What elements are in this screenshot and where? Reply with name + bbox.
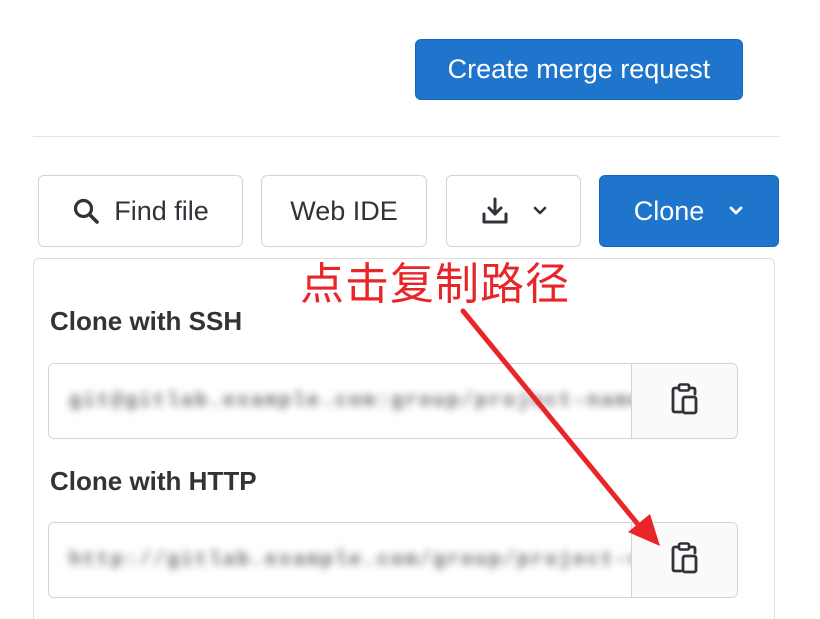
http-url-input[interactable]: http://gitlab.example.com/group/project-… xyxy=(49,523,631,597)
create-merge-request-button[interactable]: Create merge request xyxy=(415,39,743,100)
web-ide-button[interactable]: Web IDE xyxy=(261,175,427,247)
annotation-label: 点击复制路径 xyxy=(300,259,570,310)
find-file-label: Find file xyxy=(114,195,209,226)
clone-ssh-title: Clone with SSH xyxy=(50,306,243,336)
copy-http-url-button[interactable] xyxy=(631,523,737,597)
find-file-button[interactable]: Find file xyxy=(38,175,243,247)
download-icon xyxy=(480,196,510,226)
ssh-url-field-group: git@gitlab.example.com:group/project-nam… xyxy=(48,363,738,439)
clone-dropdown-button[interactable]: Clone xyxy=(599,175,779,247)
search-icon xyxy=(72,197,100,225)
header-divider xyxy=(33,136,779,137)
clone-label: Clone xyxy=(633,195,705,226)
http-url-field-group: http://gitlab.example.com/group/project-… xyxy=(48,522,738,598)
copy-to-clipboard-icon xyxy=(670,541,700,580)
copy-to-clipboard-icon xyxy=(670,382,700,421)
http-url-text: http://gitlab.example.com/group/project-… xyxy=(69,548,631,572)
clone-http-title: Clone with HTTP xyxy=(50,466,257,496)
chevron-down-icon xyxy=(728,205,744,217)
web-ide-label: Web IDE xyxy=(290,195,398,226)
ssh-url-text: git@gitlab.example.com:group/project-nam… xyxy=(69,389,631,413)
create-merge-request-label: Create merge request xyxy=(447,54,711,84)
chevron-down-icon xyxy=(532,205,548,217)
ssh-url-input[interactable]: git@gitlab.example.com:group/project-nam… xyxy=(49,364,631,438)
copy-ssh-url-button[interactable] xyxy=(631,364,737,438)
download-dropdown-button[interactable] xyxy=(446,175,581,247)
